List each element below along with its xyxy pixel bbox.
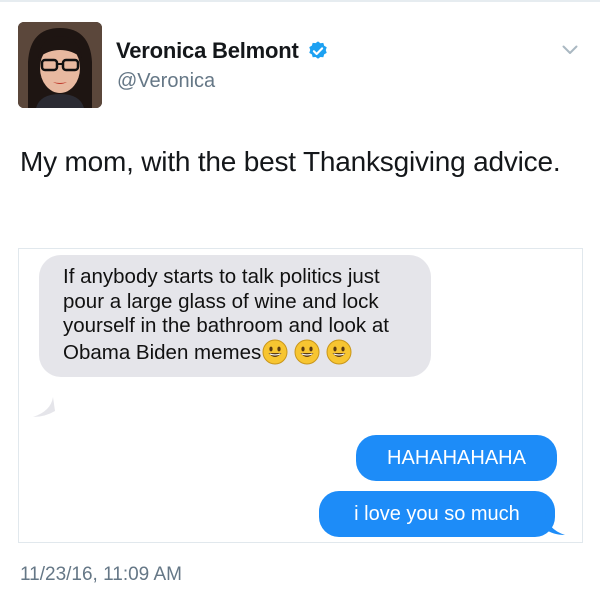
tweet-card: Veronica Belmont @Veronica My mom, with … — [0, 0, 600, 600]
outgoing-bubble-tail — [545, 513, 565, 535]
smiley-icon — [326, 339, 352, 365]
smiley-icon — [294, 339, 320, 365]
outgoing-message-bubble: HAHAHAHAHA — [356, 435, 557, 481]
tweet-timestamp[interactable]: 11/23/16, 11:09 AM — [20, 564, 182, 586]
avatar[interactable] — [18, 22, 102, 108]
avatar-image — [18, 22, 102, 108]
incoming-bubble-tail — [33, 397, 55, 417]
tweet-menu-button[interactable] — [558, 40, 582, 60]
outgoing-message-text: HAHAHAHAHA — [387, 447, 526, 469]
divider — [0, 0, 600, 2]
chevron-down-icon — [562, 45, 578, 54]
verified-badge-icon — [307, 40, 329, 62]
outgoing-message-text: i love you so much — [354, 503, 520, 525]
tweet-media-image[interactable]: If anybody starts to talk politics just … — [18, 248, 583, 543]
user-handle[interactable]: @Veronica — [117, 70, 215, 93]
outgoing-message-bubble: i love you so much — [319, 491, 555, 537]
emoji-row — [262, 339, 352, 365]
display-name[interactable]: Veronica Belmont — [116, 38, 299, 64]
tweet-text: My mom, with the best Thanksgiving advic… — [20, 146, 561, 177]
author-name-row[interactable]: Veronica Belmont — [116, 38, 329, 64]
smiley-icon — [262, 339, 288, 365]
incoming-message-bubble: If anybody starts to talk politics just … — [39, 255, 431, 378]
